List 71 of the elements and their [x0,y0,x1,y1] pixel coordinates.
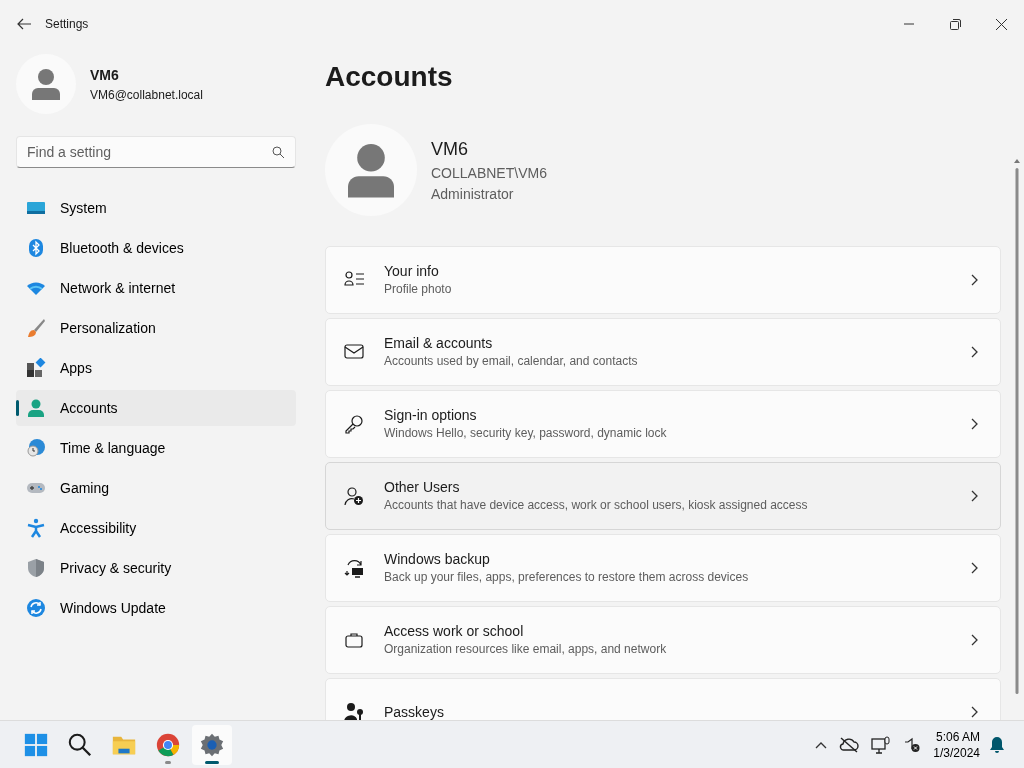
sidebar-item[interactable]: Personalization [16,310,296,346]
sidebar-item[interactable]: System [16,190,296,226]
key-icon [344,414,364,434]
restore-icon [949,18,961,30]
backup-sync-icon [344,558,364,578]
settings-card[interactable]: Sign-in options Windows Hello, security key, password, dynamic lock [325,390,1001,458]
chevron-right-icon [971,346,978,358]
sidebar-item[interactable]: Time & language [16,430,296,466]
sidebar-item[interactable]: Accounts [16,390,296,426]
apps-icon [26,358,46,378]
card-title: Your info [384,262,440,280]
card-title: Other Users [384,478,461,496]
settings-card[interactable]: Passkeys [325,678,1001,720]
search-icon [67,731,93,758]
card-subtitle: Accounts used by email, calendar, and contacts [384,353,639,370]
briefcase-icon [344,630,364,650]
card-subtitle: Organization resources like email, apps, and network [384,641,668,658]
envelope-icon [344,342,364,362]
chevron-right-icon [971,274,978,286]
globe-clock-icon [26,438,46,458]
page-title: Accounts [325,60,454,94]
settings-card[interactable]: Email & accounts Accounts used by email, calendar, and contacts [325,318,1001,386]
account-role: Administrator [431,184,515,204]
sidebar-item[interactable]: Gaming [16,470,296,506]
account-name: COLLABNET\VM6 [431,163,547,183]
card-title: Sign-in options [384,406,478,424]
taskbar-button[interactable] [192,724,232,765]
card-title: Windows backup [384,550,491,568]
chrome-icon [155,731,181,758]
user-name: VM6 [431,137,469,161]
card-subtitle: Accounts that have device access, work or school users, kiosk assigned access [384,497,809,514]
bluetooth-icon [26,238,46,258]
window-title: Settings [45,16,89,33]
update-icon [26,598,46,618]
chevron-right-icon [971,490,978,502]
settings-card[interactable]: Access work or school Organization resources like email, apps, and network [325,606,1001,674]
search-icon[interactable] [272,146,284,158]
card-subtitle: Profile photo [384,281,453,298]
chevron-right-icon [971,418,978,430]
sidebar-item[interactable]: Accessibility [16,510,296,546]
chevron-right-icon [971,562,978,574]
card-subtitle: Windows Hello, security key, password, dynamic lock [384,425,668,442]
card-title: Passkeys [384,703,445,720]
windows-logo-icon [23,731,49,758]
settings-card[interactable]: Windows backup Back up your files, apps, preferences to restore them across devices [325,534,1001,602]
shield-icon [26,558,46,578]
sidebar-item[interactable]: Apps [16,350,296,386]
add-user-icon [344,486,364,506]
sidebar-item[interactable]: Privacy & security [16,550,296,586]
clock[interactable]: 5:06 AM 1/3/2024 [927,728,986,761]
settings-card[interactable]: Other Users Accounts that have device access, work or school users, kiosk assigned access [325,462,1001,530]
search-field[interactable]: Find a setting [16,136,296,168]
user-email: VM6@collabnet.local [90,86,203,104]
sidebar-item[interactable]: Windows Update [16,590,296,626]
chevron-right-icon [971,706,978,718]
accessibility-icon [26,518,46,538]
user-name: VM6 [90,65,120,85]
paintbrush-icon [26,318,46,338]
card-title: Access work or school [384,622,525,640]
settings-card[interactable]: Your info Profile photo [325,246,1001,314]
back-icon[interactable] [17,18,31,30]
chevron-right-icon [971,634,978,646]
person-icon [26,398,46,418]
card-subtitle: Back up your files, apps, preferences to restore them across devices [384,569,750,586]
close-icon [995,18,1007,30]
sidebar-item[interactable]: Bluetooth & devices [16,230,296,266]
person-key-icon [344,702,364,720]
card-title: Email & accounts [384,334,494,352]
notification-bell-icon[interactable] [990,736,1004,753]
gear-icon [199,731,225,758]
sidebar-item[interactable]: Network & internet [16,270,296,306]
